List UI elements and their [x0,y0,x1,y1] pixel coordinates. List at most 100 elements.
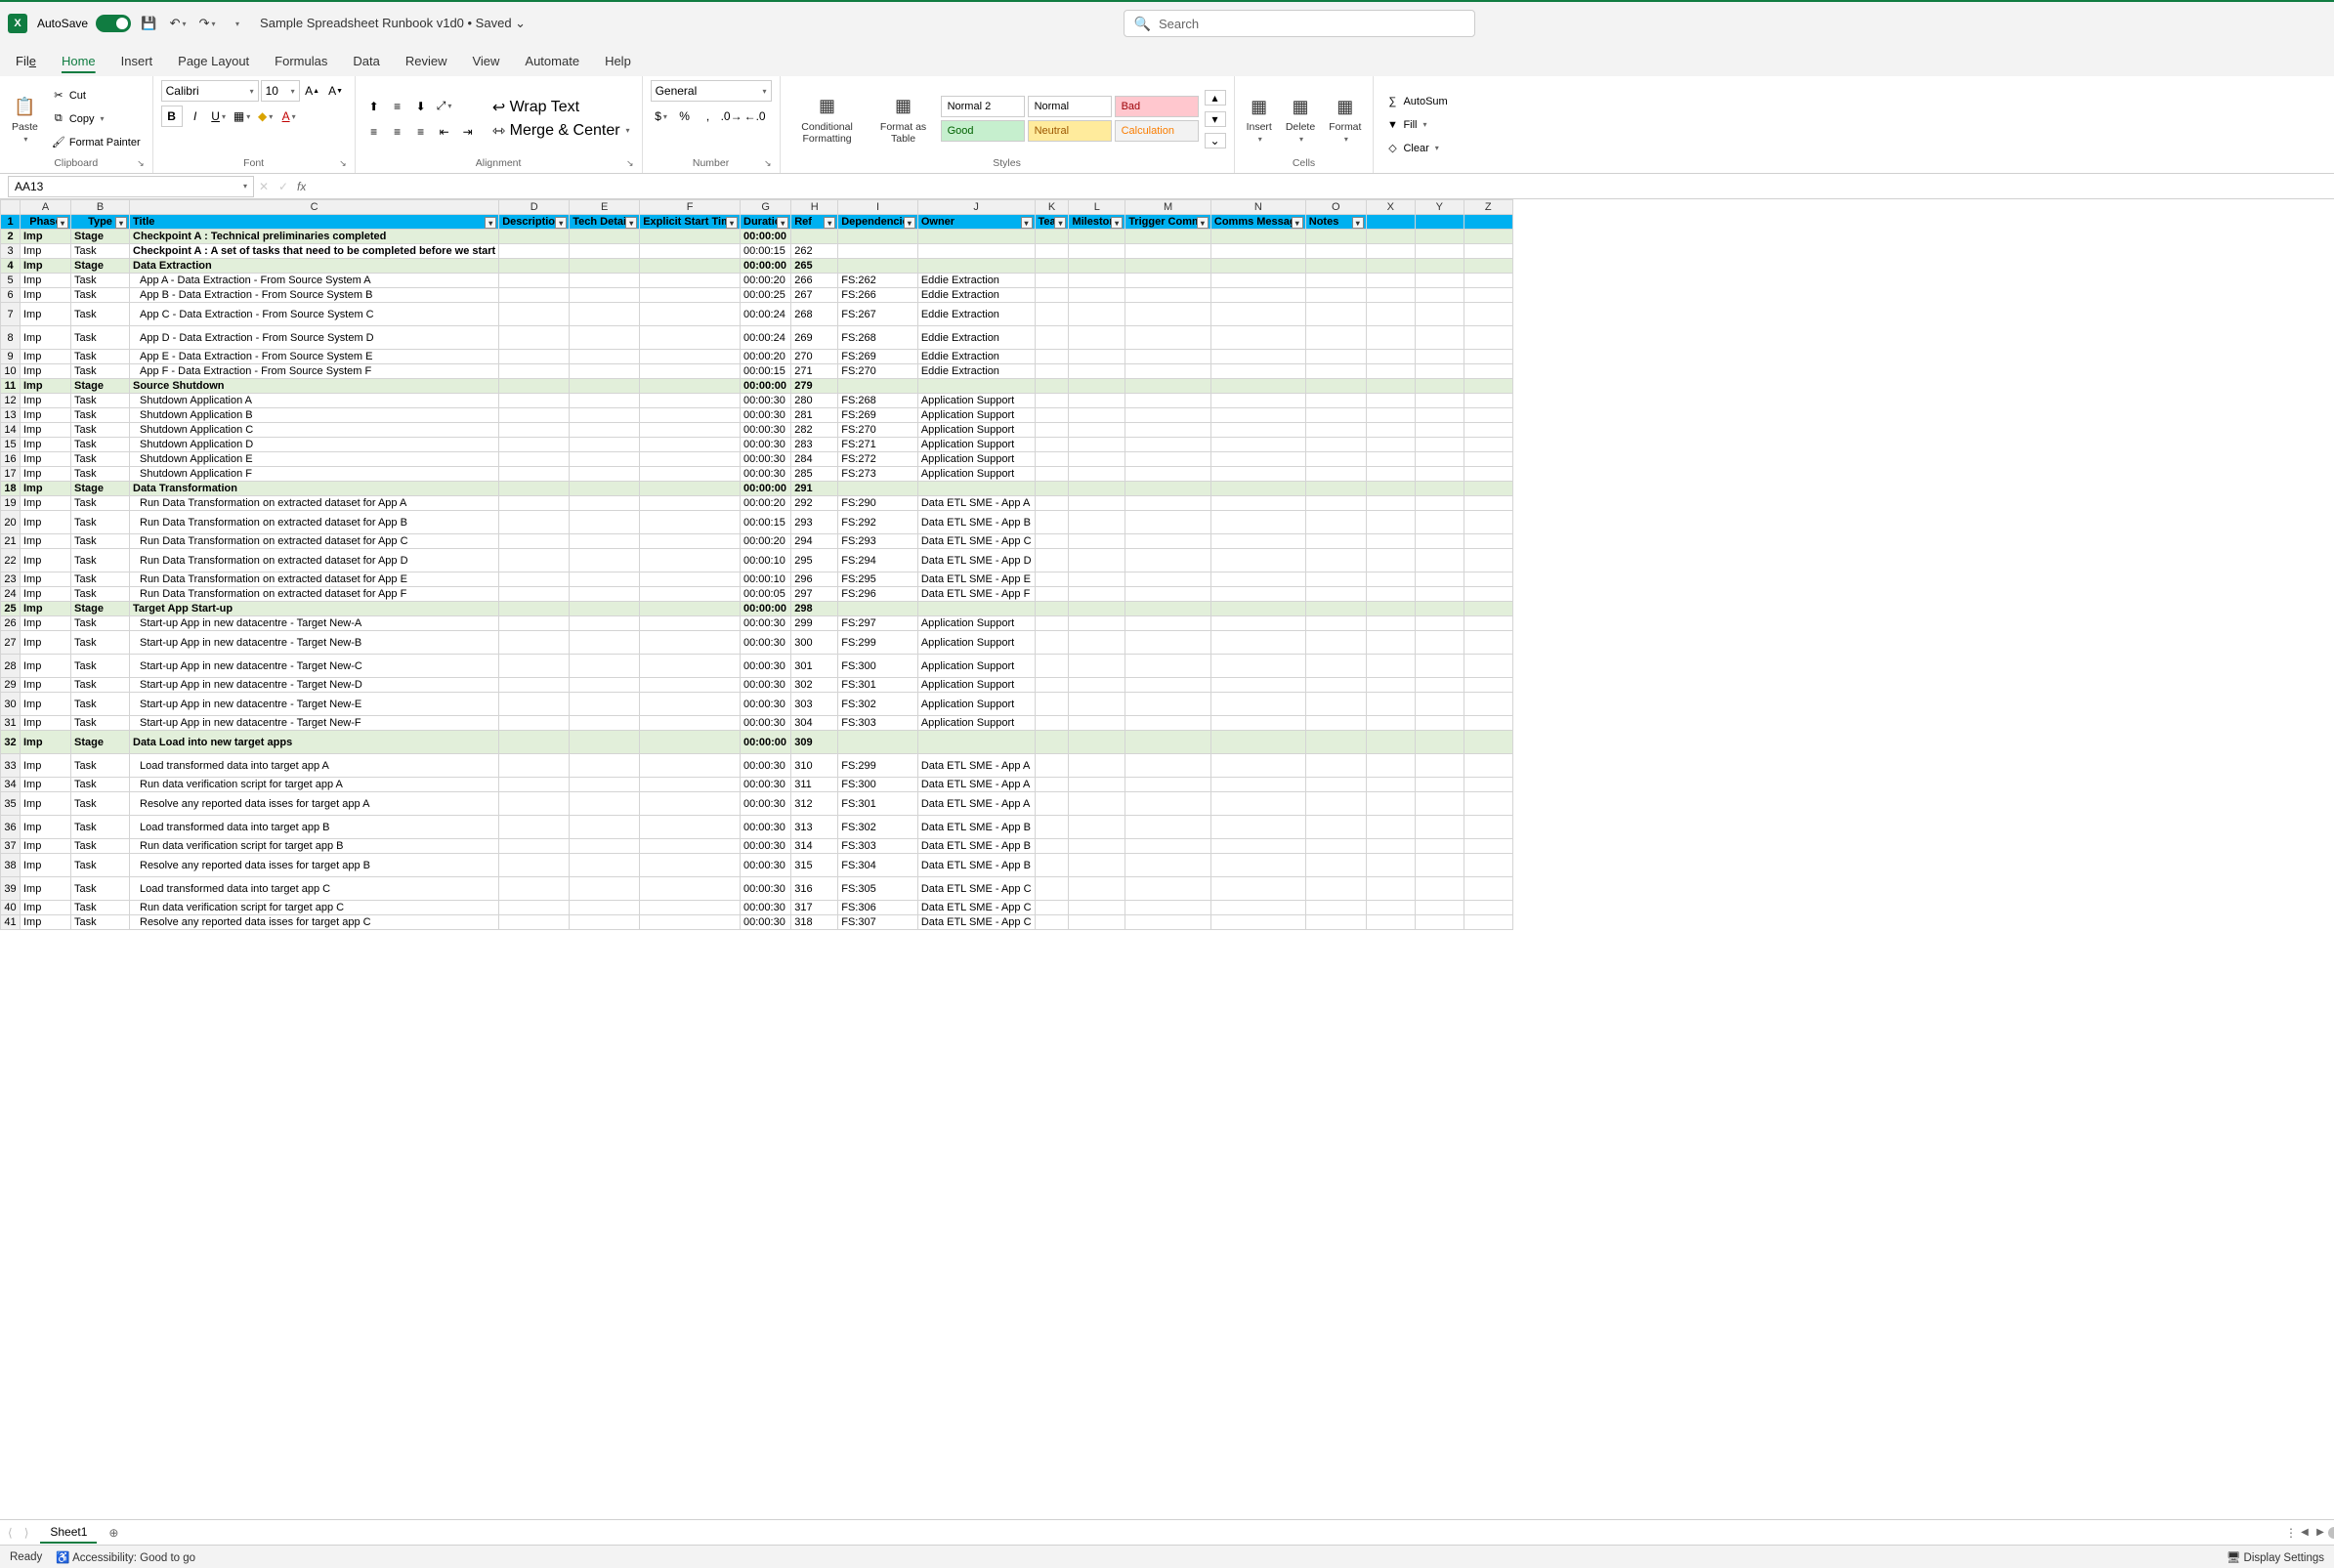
cell[interactable] [1366,877,1415,901]
cell[interactable] [499,631,570,655]
cell[interactable] [499,716,570,731]
cell[interactable] [570,716,640,731]
cell[interactable]: Data ETL SME - App B [917,511,1035,534]
cell[interactable] [1035,901,1069,915]
cell[interactable] [1069,915,1125,930]
cell[interactable] [1035,572,1069,587]
cell[interactable]: 00:00:30 [741,616,791,631]
cell[interactable] [570,452,640,467]
cell[interactable] [1210,792,1305,816]
cell[interactable] [1464,288,1512,303]
cell[interactable]: Task [71,877,130,901]
cell[interactable] [640,423,741,438]
cell[interactable]: Run Data Transformation on extracted dat… [130,549,499,572]
cell[interactable]: 284 [791,452,838,467]
cell[interactable]: 00:00:10 [741,549,791,572]
cell[interactable] [1125,616,1211,631]
cell[interactable] [1069,482,1125,496]
cell[interactable] [1125,379,1211,394]
row-header-11[interactable]: 11 [1,379,21,394]
cell[interactable] [1210,854,1305,877]
cell[interactable] [1210,288,1305,303]
cell[interactable]: App E - Data Extraction - From Source Sy… [130,350,499,364]
cell[interactable] [1069,839,1125,854]
cell[interactable]: Task [71,534,130,549]
styles-scroll-up-icon[interactable]: ▴ [1205,90,1226,106]
cell[interactable] [1305,274,1366,288]
decrease-indent-icon[interactable]: ⇤ [434,121,455,143]
cell[interactable]: Eddie Extraction [917,288,1035,303]
styles-more-icon[interactable]: ⌄ [1205,133,1226,148]
cell[interactable] [1035,394,1069,408]
cell[interactable] [1035,423,1069,438]
cell[interactable]: 266 [791,274,838,288]
filter-dropdown-icon[interactable]: ▾ [824,217,835,229]
cell[interactable]: FS:300 [838,778,918,792]
cell[interactable] [1210,915,1305,930]
cell[interactable]: Imp [21,572,71,587]
cell[interactable] [1415,379,1464,394]
row-header-30[interactable]: 30 [1,693,21,716]
cell[interactable] [570,482,640,496]
cell[interactable] [1366,602,1415,616]
row-header-5[interactable]: 5 [1,274,21,288]
cell[interactable] [499,423,570,438]
cell[interactable] [1035,839,1069,854]
cell[interactable] [1464,754,1512,778]
cell[interactable]: 00:00:00 [741,230,791,244]
cell[interactable] [499,350,570,364]
cell[interactable] [1125,438,1211,452]
cell[interactable]: Imp [21,901,71,915]
cell[interactable]: Imp [21,778,71,792]
cell[interactable] [1366,778,1415,792]
cell[interactable] [1125,816,1211,839]
cell[interactable]: Eddie Extraction [917,364,1035,379]
cell[interactable] [1210,616,1305,631]
cell[interactable]: Imp [21,394,71,408]
cell[interactable] [1305,288,1366,303]
cell[interactable]: Task [71,303,130,326]
cell[interactable] [1035,816,1069,839]
cell[interactable]: 00:00:30 [741,792,791,816]
cell[interactable]: FS:307 [838,915,918,930]
row-header-39[interactable]: 39 [1,877,21,901]
cell[interactable]: 00:00:30 [741,452,791,467]
cell[interactable] [1305,394,1366,408]
cell[interactable] [1305,511,1366,534]
cell[interactable] [1035,778,1069,792]
cell[interactable] [1464,438,1512,452]
cell[interactable] [1464,230,1512,244]
filter-dropdown-icon[interactable]: ▾ [625,217,637,229]
row-header-12[interactable]: 12 [1,394,21,408]
cell[interactable] [570,274,640,288]
cell[interactable]: 00:00:20 [741,274,791,288]
cell[interactable]: 281 [791,408,838,423]
conditional-formatting-button[interactable]: ▦Conditional Formatting [788,92,867,147]
cell[interactable]: Eddie Extraction [917,326,1035,350]
cell[interactable] [570,901,640,915]
row-header-31[interactable]: 31 [1,716,21,731]
cell[interactable]: 294 [791,534,838,549]
insert-cells-button[interactable]: ▦Insert▾ [1243,92,1276,146]
cell[interactable] [1366,326,1415,350]
cell[interactable] [1415,394,1464,408]
delete-cells-button[interactable]: ▦Delete▾ [1282,92,1319,146]
cell[interactable] [1464,244,1512,259]
cell[interactable] [499,587,570,602]
row-header-25[interactable]: 25 [1,602,21,616]
cell[interactable] [1366,587,1415,602]
col-header-M[interactable]: M [1125,200,1211,215]
cell[interactable] [1125,754,1211,778]
cell[interactable]: FS:267 [838,303,918,326]
cell[interactable]: Imp [21,259,71,274]
cell[interactable]: Load transformed data into target app B [130,816,499,839]
tab-home[interactable]: Home [58,50,100,76]
cell[interactable] [1305,816,1366,839]
cell[interactable] [1464,326,1512,350]
cell[interactable] [1125,587,1211,602]
cell[interactable] [1125,452,1211,467]
cell[interactable]: Imp [21,877,71,901]
cell[interactable] [1366,534,1415,549]
cell[interactable]: 269 [791,326,838,350]
cell[interactable] [838,482,918,496]
